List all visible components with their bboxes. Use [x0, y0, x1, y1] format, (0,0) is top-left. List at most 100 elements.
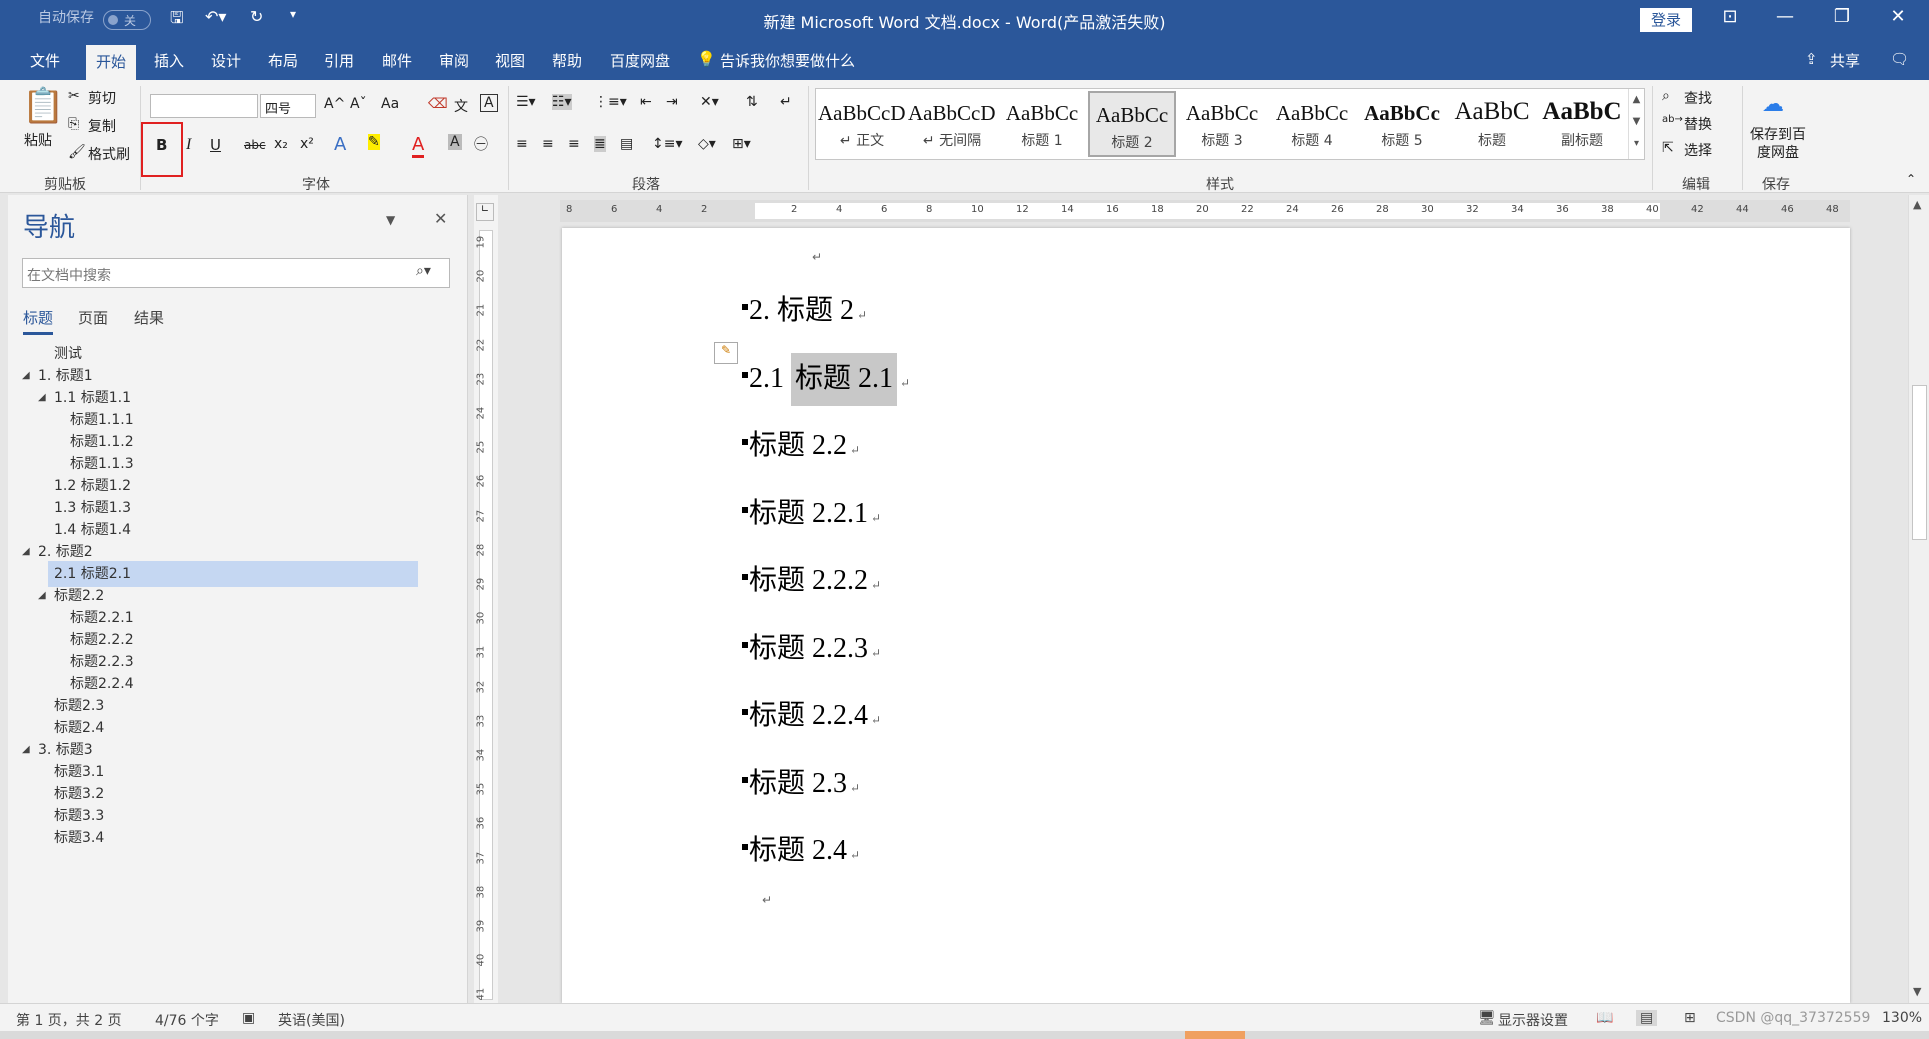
vertical-scrollbar[interactable]: ▲ ▼: [1908, 195, 1929, 1003]
decrease-indent-icon[interactable]: ⇤: [640, 94, 652, 110]
style-normal[interactable]: AaBbCcDc ↵ 正文: [818, 91, 906, 157]
scroll-thumb[interactable]: [1912, 385, 1927, 540]
align-center-icon[interactable]: ≡: [542, 136, 554, 152]
tab-view[interactable]: 视图: [495, 50, 525, 71]
grow-font-button[interactable]: A^: [324, 96, 345, 112]
tab-file[interactable]: 文件: [30, 50, 60, 71]
nav-heading-item[interactable]: 标题3.4: [48, 825, 104, 851]
tab-design[interactable]: 设计: [211, 50, 241, 71]
justify-icon[interactable]: ≣: [594, 136, 606, 152]
tab-references[interactable]: 引用: [324, 50, 354, 71]
share-button[interactable]: 共享: [1830, 50, 1860, 71]
underline-button[interactable]: U: [210, 136, 221, 154]
nav-close-icon[interactable]: ✕: [434, 209, 447, 228]
strikethrough-button[interactable]: abc: [244, 138, 266, 152]
ribbon-display-icon[interactable]: ⊡: [1710, 6, 1750, 27]
tab-help[interactable]: 帮助: [552, 50, 582, 71]
cut-button[interactable]: 剪切: [88, 88, 116, 108]
style-heading-5[interactable]: AaBbCc 标题 5: [1358, 91, 1446, 157]
clear-format-icon[interactable]: ⌫: [428, 96, 448, 112]
tell-me-box[interactable]: 告诉我你想要做什么: [720, 50, 855, 71]
scroll-down-icon[interactable]: ▼: [1913, 985, 1921, 998]
sort-icon[interactable]: ⇅: [746, 94, 758, 110]
minimize-icon[interactable]: —: [1765, 6, 1805, 27]
show-marks-icon[interactable]: ↵: [780, 94, 792, 110]
document-heading[interactable]: 标题 2.3 ↵: [749, 761, 860, 801]
select-button[interactable]: 选择: [1684, 140, 1712, 160]
baidu-cloud-icon[interactable]: ☁: [1762, 92, 1784, 117]
proofing-icon[interactable]: ▣: [242, 1010, 255, 1026]
increase-indent-icon[interactable]: ⇥: [666, 94, 678, 110]
tab-baidu[interactable]: 百度网盘: [610, 50, 670, 71]
chinese-layout-icon[interactable]: ✕▾: [700, 94, 719, 110]
text-effects-icon[interactable]: A: [334, 134, 346, 155]
bullets-icon[interactable]: ☰▾: [516, 94, 536, 110]
tab-mailings[interactable]: 邮件: [382, 50, 412, 71]
share-icon[interactable]: ⇪: [1805, 50, 1818, 68]
numbering-icon[interactable]: ☷▾: [552, 94, 572, 110]
document-heading[interactable]: 标题 2.2.2 ↵: [749, 558, 881, 598]
style-heading-4[interactable]: AaBbCc 标题 4: [1268, 91, 1356, 157]
char-border-icon[interactable]: A: [480, 94, 498, 112]
nav-options-icon[interactable]: ▼: [386, 213, 395, 227]
style-no-spacing[interactable]: AaBbCcDc ↵ 无间隔: [908, 91, 996, 157]
document-heading[interactable]: 标题 2.4 ↵: [749, 828, 860, 868]
document-heading[interactable]: 标题 2.2.1 ↵: [749, 491, 881, 531]
cut-icon[interactable]: ✂: [68, 88, 80, 104]
find-button[interactable]: 查找: [1684, 88, 1712, 108]
page-count[interactable]: 第 1 页，共 2 页: [16, 1010, 122, 1030]
document-heading[interactable]: 2.1 标题 2.1 ↵: [749, 352, 910, 406]
style-heading-1[interactable]: AaBbCc 标题 1: [998, 91, 1086, 157]
shading-icon[interactable]: ◇▾: [698, 136, 716, 152]
tell-me-icon[interactable]: 💡: [697, 50, 716, 68]
restore-icon[interactable]: ❐: [1822, 6, 1862, 27]
italic-button[interactable]: I: [186, 136, 191, 154]
scroll-up-icon[interactable]: ▲: [1913, 198, 1921, 211]
align-left-icon[interactable]: ≡: [516, 136, 528, 152]
distributed-icon[interactable]: ▤: [620, 136, 633, 152]
expand-toggle-icon[interactable]: ◢: [22, 737, 30, 763]
gallery-scroll-icon[interactable]: ▲ ▼ ▾: [1628, 89, 1644, 159]
copy-button[interactable]: 复制: [88, 116, 116, 136]
style-title[interactable]: AaBbC 标题: [1448, 91, 1536, 157]
paste-button[interactable]: 粘贴: [24, 130, 52, 150]
format-painter-icon[interactable]: 🖌: [68, 144, 86, 160]
style-heading-2[interactable]: AaBbCc 标题 2: [1088, 91, 1176, 157]
shrink-font-button[interactable]: Aˇ: [350, 96, 367, 112]
read-mode-icon[interactable]: 📖: [1596, 1010, 1613, 1026]
line-spacing-icon[interactable]: ↕≡▾: [652, 136, 683, 152]
borders-icon[interactable]: ⊞▾: [732, 136, 751, 152]
style-heading-3[interactable]: AaBbCc 标题 3: [1178, 91, 1266, 157]
taskbar-item[interactable]: [1185, 1031, 1245, 1039]
tab-layout[interactable]: 布局: [268, 50, 298, 71]
tab-home[interactable]: 开始: [86, 45, 137, 80]
tab-insert[interactable]: 插入: [154, 50, 184, 71]
replace-button[interactable]: 替换: [1684, 114, 1712, 134]
collapse-ribbon-icon[interactable]: ⌃: [1906, 172, 1916, 186]
close-icon[interactable]: ✕: [1878, 6, 1918, 27]
document-page[interactable]: ↵ ✎ 2. 标题 2 ↵ 2.1 标题 2.1 ↵ 标题 2.2 ↵ 标题 2.2.1 ↵ 标…: [562, 228, 1850, 1003]
nav-tab-headings[interactable]: 标题: [23, 307, 54, 335]
superscript-button[interactable]: x²: [300, 136, 314, 152]
multilevel-list-icon[interactable]: ⋮≡▾: [594, 94, 627, 110]
font-color-icon[interactable]: A: [412, 134, 425, 158]
expand-toggle-icon[interactable]: ◢: [22, 539, 30, 565]
tab-selector-icon[interactable]: ∟: [476, 203, 494, 221]
align-right-icon[interactable]: ≡: [568, 136, 580, 152]
phonetic-icon[interactable]: 文: [454, 96, 468, 116]
document-heading[interactable]: 标题 2.2 ↵: [749, 423, 860, 463]
font-name-box[interactable]: [150, 94, 258, 118]
change-case-button[interactable]: Aa: [381, 96, 399, 112]
tab-review[interactable]: 审阅: [439, 50, 469, 71]
paste-options-icon[interactable]: ✎: [714, 342, 738, 364]
save-to-baidu-button[interactable]: 保存到百度网盘: [1746, 126, 1810, 162]
expand-toggle-icon[interactable]: ◢: [22, 363, 30, 389]
print-layout-icon[interactable]: ▤: [1636, 1010, 1658, 1026]
char-shading-icon[interactable]: A: [448, 134, 462, 150]
replace-icon[interactable]: ab→: [1662, 114, 1683, 125]
highlight-icon[interactable]: ✎: [368, 134, 380, 150]
subscript-button[interactable]: x₂: [274, 136, 288, 152]
display-settings-icon[interactable]: 🖥: [1478, 1010, 1496, 1026]
style-subtitle[interactable]: AaBbC 副标题: [1538, 91, 1626, 157]
document-heading[interactable]: 标题 2.2.4 ↵: [749, 693, 881, 733]
